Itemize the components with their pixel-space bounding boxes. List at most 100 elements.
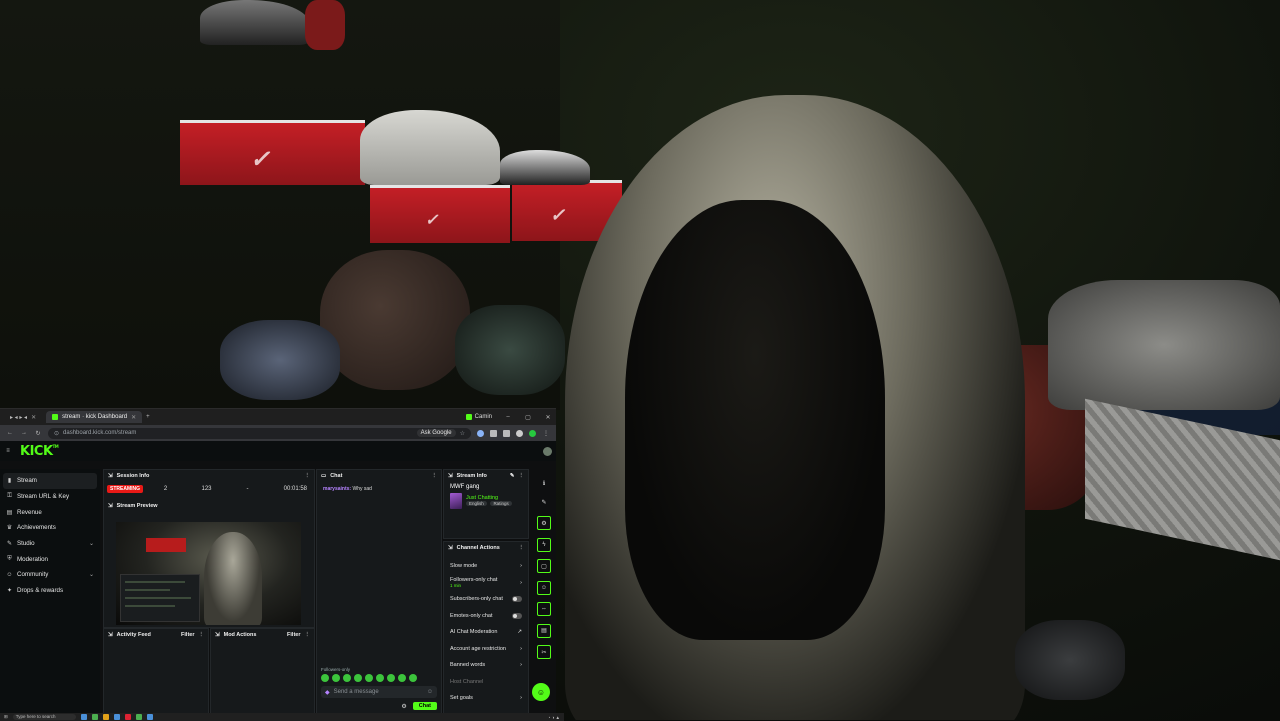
action-label: Subscribers-only chat — [450, 596, 503, 603]
taskbar-app-icon[interactable] — [135, 714, 142, 720]
filter-button[interactable]: Filter — [287, 632, 300, 638]
emote-icon[interactable] — [398, 674, 406, 682]
download-icon[interactable] — [516, 429, 523, 437]
chat-username[interactable]: marysaints: — [323, 486, 351, 492]
drag-handle-icon[interactable]: ⇲ — [448, 473, 453, 479]
kick-logo[interactable]: KICKTM — [20, 444, 59, 459]
sidebar-item-community[interactable]: ☺ Community ⌄ — [0, 567, 100, 583]
start-icon[interactable]: ⊞ — [4, 714, 8, 720]
taskbar-app-icon[interactable] — [124, 714, 131, 720]
more-options-icon[interactable]: ⋮ — [199, 632, 205, 638]
chat-input[interactable]: ◆ Send a message ☺ — [321, 686, 437, 698]
ask-google-button[interactable]: Ask Google — [416, 429, 456, 437]
category-thumbnail — [450, 493, 462, 509]
drag-handle-icon[interactable]: ⇲ — [215, 632, 220, 638]
extension-icon[interactable] — [490, 429, 497, 437]
slow-mode-row[interactable]: Slow mode › — [444, 558, 528, 575]
kick-favicon-icon — [52, 414, 59, 420]
browser-window: ▸ ◂ ▸ ◂ ✕ stream · kick Dashboard ✕ + Ca… — [0, 408, 564, 721]
browser-tab[interactable]: ▸ ◂ ▸ ◂ ✕ — [4, 411, 42, 423]
stream-preview-video[interactable] — [116, 522, 301, 625]
send-chat-button[interactable]: Chat — [412, 702, 437, 710]
forward-icon[interactable]: → — [20, 430, 28, 436]
drag-handle-icon[interactable]: ⇲ — [108, 473, 113, 479]
close-icon[interactable]: ✕ — [131, 414, 136, 421]
edit-pencil-icon[interactable]: ✎ — [510, 473, 515, 479]
emote-icon[interactable] — [409, 674, 417, 682]
profile-chip[interactable]: Camin — [462, 414, 496, 420]
extension-icon[interactable] — [477, 429, 484, 437]
sidebar-item-moderation[interactable]: ⛨ Moderation — [0, 551, 100, 567]
message-icon[interactable]: ▢ — [537, 559, 551, 573]
taskbar-search[interactable]: Type here to search — [12, 714, 76, 720]
host-channel-row[interactable]: Host Channel — [444, 674, 528, 691]
more-options-icon[interactable]: ⋮ — [519, 545, 525, 551]
sidepanel-icon[interactable] — [503, 429, 510, 437]
new-tab-button[interactable]: + — [146, 414, 150, 420]
emote-icon[interactable] — [354, 674, 362, 682]
ai-moderation-row[interactable]: AI Chat Moderation ↗ — [444, 624, 528, 641]
banned-words-row[interactable]: Banned words › — [444, 657, 528, 674]
close-icon[interactable]: ✕ — [31, 414, 36, 421]
edit-icon[interactable]: ✎ — [538, 497, 550, 509]
drag-handle-icon[interactable]: ⇲ — [448, 545, 453, 551]
set-goals-row[interactable]: Set goals › — [444, 690, 528, 707]
site-info-icon[interactable]: ⊙ — [54, 430, 59, 437]
sidebar-item-achievements[interactable]: ♛ Achievements — [0, 520, 100, 536]
taskbar-app-icon[interactable] — [80, 714, 87, 720]
maximize-icon[interactable]: ▢ — [520, 414, 536, 421]
lightning-icon[interactable]: ϟ — [537, 537, 551, 552]
avatar[interactable] — [543, 446, 552, 456]
drag-handle-icon[interactable]: ⇲ — [108, 503, 113, 509]
sidebar-item-stream-url-key[interactable]: ⚿ Stream URL & Key — [0, 489, 100, 505]
layout-icon[interactable]: ▤ — [537, 623, 551, 638]
info-icon[interactable]: ℹ — [538, 477, 550, 489]
more-options-icon[interactable]: ⋮ — [305, 632, 311, 638]
bookmark-star-icon[interactable]: ☆ — [460, 430, 465, 437]
window-close-icon[interactable]: ✕ — [540, 414, 556, 421]
url-field[interactable]: ⊙ dashboard.kick.com/stream Ask Google ☆ — [48, 427, 471, 439]
followers-only-row[interactable]: Followers-only chat 1 min › — [444, 575, 528, 592]
sidebar-item-revenue[interactable]: ▤ Revenue — [0, 504, 100, 520]
profile-icon — [465, 414, 472, 420]
reload-icon[interactable]: ↻ — [34, 430, 42, 437]
sidebar-item-stream[interactable]: ▮ Stream — [3, 473, 97, 489]
more-options-icon[interactable]: ⋮ — [305, 473, 311, 479]
account-age-row[interactable]: Account age restriction › — [444, 641, 528, 658]
taskbar-app-icon[interactable] — [113, 714, 120, 720]
settings-gear-icon[interactable]: ⚙ — [401, 703, 406, 710]
back-icon[interactable]: ← — [6, 430, 14, 436]
emote-rail-icon[interactable]: ☺ — [537, 580, 551, 595]
minimize-icon[interactable]: – — [500, 414, 516, 420]
emote-icon[interactable] — [321, 674, 329, 682]
session-header: ⇲ Session Info ⋮ — [104, 470, 314, 482]
emotes-only-toggle[interactable] — [512, 612, 522, 619]
taskbar-app-icon[interactable] — [146, 714, 153, 720]
chat-bubble-button[interactable]: ☺ — [532, 683, 550, 701]
arrows-icon[interactable]: ⇔ — [537, 602, 551, 616]
filter-button[interactable]: Filter — [181, 632, 194, 638]
emote-icon[interactable] — [365, 674, 373, 682]
taskbar-app-icon[interactable] — [102, 714, 109, 720]
more-options-icon[interactable]: ⋮ — [432, 473, 438, 479]
emoji-icon[interactable]: ☺ — [427, 689, 433, 695]
emote-icon[interactable] — [332, 674, 340, 682]
chevron-right-icon: › — [520, 695, 522, 702]
tools-icon[interactable]: ✂ — [537, 645, 551, 659]
emote-icon[interactable] — [376, 674, 384, 682]
sidebar-item-studio[interactable]: ✎ Studio ⌄ — [0, 536, 100, 552]
system-tray-icon[interactable]: ◔ ◑ ▲ — [548, 715, 560, 720]
box-logo: ✓ — [550, 205, 567, 225]
settings-icon[interactable]: ⚙ — [537, 516, 551, 530]
more-options-icon[interactable]: ⋮ — [519, 473, 525, 479]
browser-tab-active[interactable]: stream · kick Dashboard ✕ — [46, 411, 143, 423]
emote-icon[interactable] — [343, 674, 351, 682]
emote-icon[interactable] — [387, 674, 395, 682]
profile-avatar-icon[interactable] — [529, 429, 536, 437]
sidebar-item-drops-rewards[interactable]: ✦ Drops & rewards — [0, 583, 100, 599]
menu-dots-icon[interactable]: ⋮ — [542, 430, 550, 437]
hamburger-menu-icon[interactable]: ≡ — [4, 448, 12, 454]
subscribers-only-toggle[interactable] — [512, 596, 522, 603]
drag-handle-icon[interactable]: ⇲ — [108, 632, 113, 638]
taskbar-app-icon[interactable] — [91, 714, 98, 720]
